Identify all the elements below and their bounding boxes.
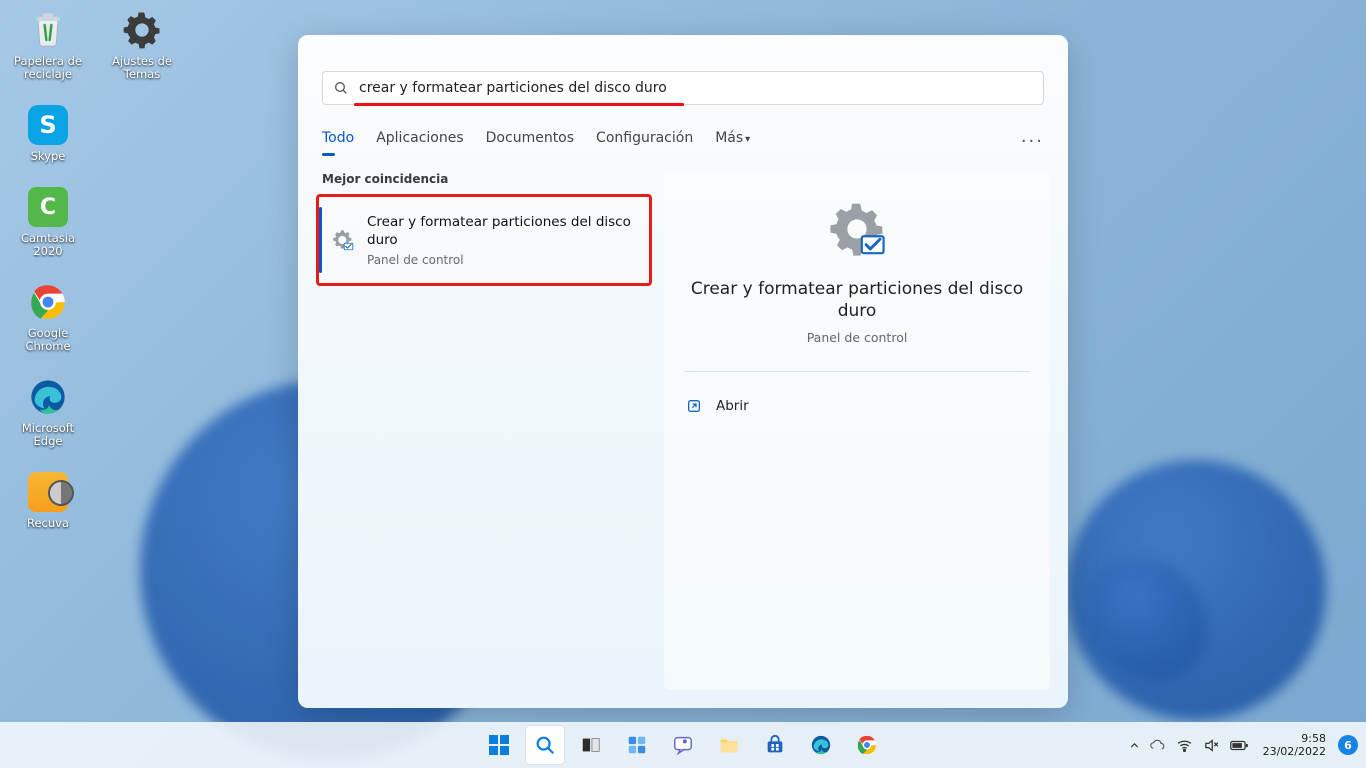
tab-all[interactable]: Todo (322, 130, 354, 152)
taskbar-center-group (480, 726, 886, 764)
tab-more-label: Más (715, 130, 743, 146)
chevron-down-icon: ▾ (745, 134, 750, 145)
desktop-icon-skype[interactable]: S Skype (6, 103, 90, 163)
desktop-icon-edge[interactable]: Microsoft Edge (6, 375, 90, 448)
clock-date: 23/02/2022 (1263, 745, 1326, 758)
search-icon (333, 80, 349, 96)
annotation-underline (354, 103, 684, 106)
camtasia-icon: C (26, 185, 70, 229)
search-button[interactable] (526, 726, 564, 764)
search-bar[interactable] (322, 71, 1044, 105)
search-input[interactable] (359, 80, 1033, 96)
volume-icon[interactable] (1203, 737, 1220, 754)
preview-subtitle: Panel de control (807, 330, 908, 345)
tab-more[interactable]: Más▾ (715, 130, 750, 152)
tab-apps[interactable]: Aplicaciones (376, 130, 463, 152)
result-subtitle: Panel de control (367, 253, 635, 267)
onedrive-icon[interactable] (1149, 737, 1166, 754)
desktop-icon-theme-settings[interactable]: Ajustes de Temas (100, 8, 184, 81)
desktop-icon-camtasia[interactable]: C Camtasia 2020 (6, 185, 90, 258)
desktop-icon-recycle-bin[interactable]: Papelera de reciclaje (6, 8, 90, 81)
tab-documents[interactable]: Documentos (486, 130, 574, 152)
taskbar-clock[interactable]: 9:58 23/02/2022 (1263, 732, 1326, 758)
best-match-result[interactable]: Crear y formatear particiones del disco … (316, 194, 652, 286)
desktop-icon-theme-settings-wrap: Ajustes de Temas (100, 8, 184, 81)
task-view-button[interactable] (572, 726, 610, 764)
desktop-icon-label: Google Chrome (6, 327, 90, 353)
gear-icon (120, 8, 164, 52)
best-match-heading: Mejor coincidencia (322, 172, 652, 186)
desktop-icons-column: Papelera de reciclaje S Skype C Camtasia… (6, 8, 90, 530)
disk-management-icon (329, 227, 355, 253)
search-flyout: Todo Aplicaciones Documentos Configuraci… (298, 35, 1068, 708)
desktop-icon-label: Papelera de reciclaje (6, 55, 90, 81)
desktop-icon-label: Recuva (27, 517, 69, 530)
action-open-label: Abrir (716, 398, 749, 414)
recuva-icon (26, 470, 70, 514)
overflow-menu-button[interactable]: ··· (1021, 131, 1044, 152)
edge-icon (26, 375, 70, 419)
desktop-icon-recuva[interactable]: Recuva (6, 470, 90, 530)
taskbar-right-group: 9:58 23/02/2022 6 (1128, 732, 1358, 758)
desktop-icon-label: Skype (31, 150, 66, 163)
edge-taskbar-button[interactable] (802, 726, 840, 764)
taskbar: 9:58 23/02/2022 6 (0, 722, 1366, 768)
wifi-icon[interactable] (1176, 737, 1193, 754)
desktop-icon-label: Camtasia 2020 (6, 232, 90, 258)
chrome-taskbar-button[interactable] (848, 726, 886, 764)
search-tabs: Todo Aplicaciones Documentos Configuraci… (322, 130, 1044, 152)
file-explorer-button[interactable] (710, 726, 748, 764)
action-open[interactable]: Abrir (684, 394, 1030, 418)
result-title: Crear y formatear particiones del disco … (367, 213, 635, 249)
notification-badge[interactable]: 6 (1338, 735, 1358, 755)
tray-chevron-icon[interactable] (1128, 739, 1141, 752)
chat-button[interactable] (664, 726, 702, 764)
desktop-icon-label: Microsoft Edge (6, 422, 90, 448)
preview-title: Crear y formatear particiones del disco … (684, 278, 1030, 322)
chrome-icon (26, 280, 70, 324)
tab-settings[interactable]: Configuración (596, 130, 693, 152)
store-button[interactable] (756, 726, 794, 764)
start-button[interactable] (480, 726, 518, 764)
recycle-bin-icon (26, 8, 70, 52)
clock-time: 9:58 (1301, 732, 1326, 745)
desktop-icon-chrome[interactable]: Google Chrome (6, 280, 90, 353)
open-icon (686, 398, 702, 414)
disk-management-icon (828, 200, 886, 258)
result-preview-pane: Crear y formatear particiones del disco … (664, 172, 1050, 690)
battery-icon[interactable] (1230, 739, 1249, 752)
widgets-button[interactable] (618, 726, 656, 764)
skype-icon: S (26, 103, 70, 147)
desktop-icon-label: Ajustes de Temas (100, 55, 184, 81)
